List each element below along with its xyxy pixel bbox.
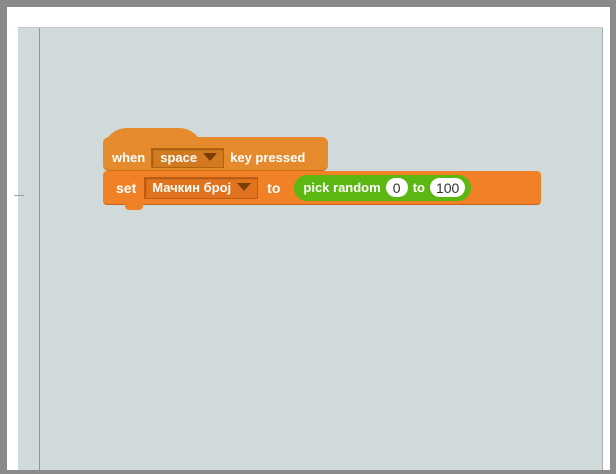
random-from-input[interactable]: 0 [385,178,408,197]
key-pressed-label: key pressed [230,150,306,165]
script-area-gutter [18,28,40,470]
set-to-label: to [267,179,281,196]
pick-random-block[interactable]: pick random 0 to 100 [294,174,472,201]
when-label: when [112,150,146,165]
gutter-tick [14,195,24,196]
variable-dropdown[interactable]: Мачкин број [144,176,259,199]
variable-dropdown-value: Мачкин број [152,179,232,195]
script-area[interactable]: when space key pressed set Мачкин број t… [14,27,603,470]
random-to-label: to [412,180,425,195]
key-dropdown-value: space [160,149,198,165]
editor-frame: when space key pressed set Мачкин број t… [7,7,610,470]
set-label: set [116,179,137,196]
random-to-input[interactable]: 100 [429,178,466,197]
chevron-down-icon [203,153,218,161]
key-dropdown[interactable]: space [151,147,225,168]
pick-random-label: pick random [303,180,381,195]
scrollbar-track[interactable] [602,28,603,470]
when-key-pressed-block[interactable]: when space key pressed [103,137,328,171]
set-variable-block[interactable]: set Мачкин број to pick random 0 to 100 [103,171,541,205]
set-block-nub [125,204,143,210]
chevron-down-icon [237,183,252,191]
